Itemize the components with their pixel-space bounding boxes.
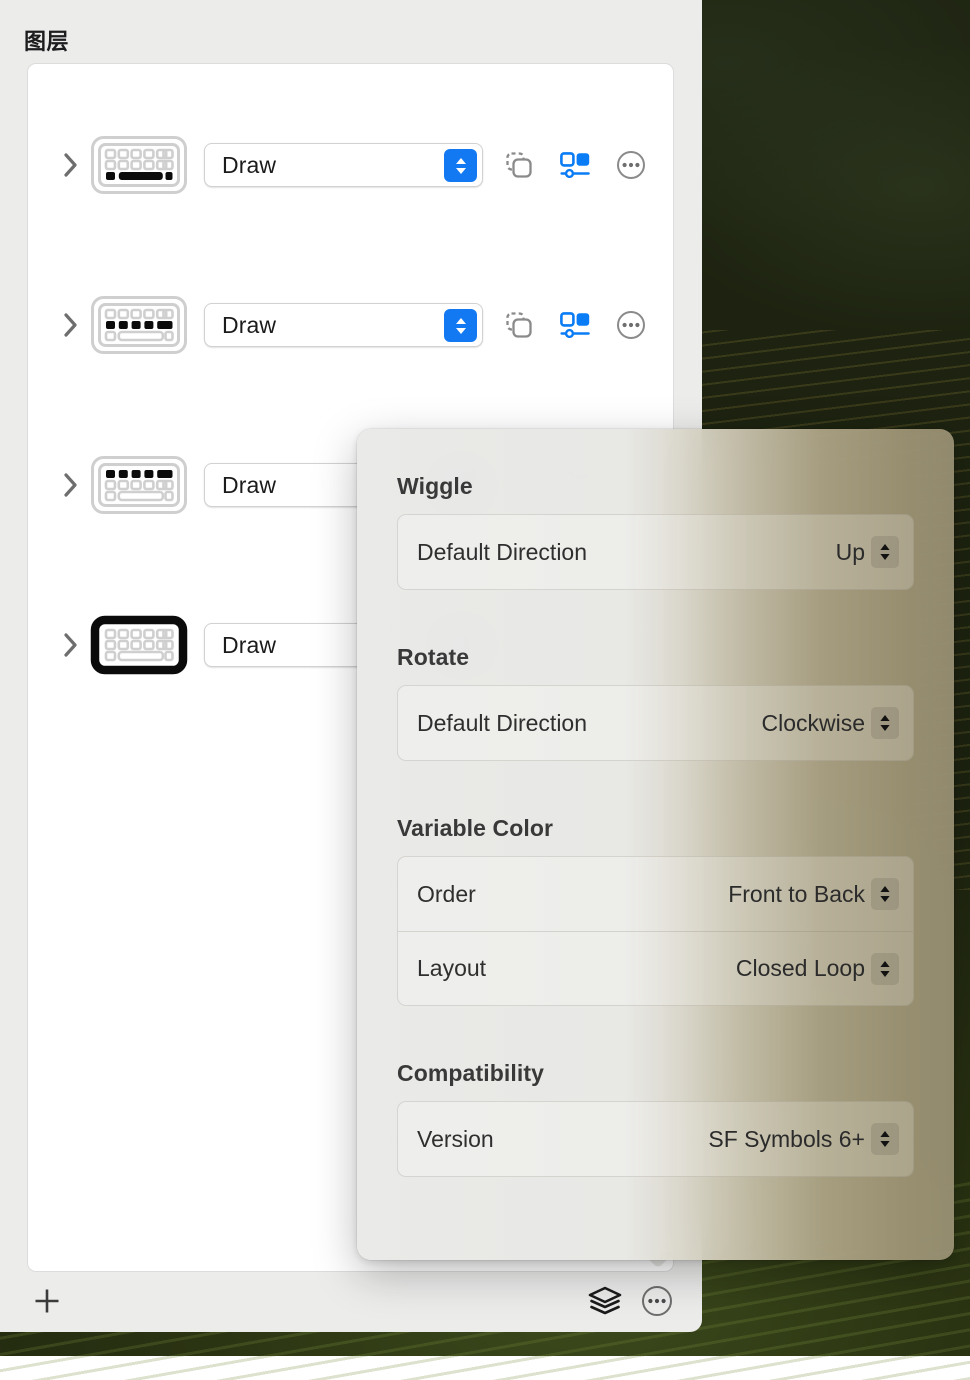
setting-row-rotate-default-direction[interactable]: Default Direction Clockwise bbox=[398, 686, 913, 760]
setting-control[interactable]: Closed Loop bbox=[736, 953, 899, 985]
settings-group-rotate: Default Direction Clockwise bbox=[397, 685, 914, 761]
setting-row-wiggle-default-direction[interactable]: Default Direction Up bbox=[398, 515, 913, 589]
section-title-variable-color: Variable Color bbox=[397, 815, 914, 842]
setting-label: Order bbox=[417, 881, 476, 908]
more-options-button[interactable] bbox=[639, 1283, 675, 1319]
variable-color-icon[interactable] bbox=[558, 308, 592, 342]
settings-group-variable-color: Order Front to Back Layout Closed Loop bbox=[397, 856, 914, 1006]
setting-value: Up bbox=[836, 539, 865, 566]
keyboard-middle-row-filled-icon[interactable] bbox=[88, 291, 190, 359]
setting-row-version[interactable]: Version SF Symbols 6+ bbox=[398, 1102, 913, 1176]
disclosure-chevron-icon[interactable] bbox=[56, 312, 86, 338]
chevron-up-down-icon[interactable] bbox=[871, 536, 899, 568]
chevron-up-down-icon[interactable] bbox=[871, 878, 899, 910]
setting-label: Default Direction bbox=[417, 539, 587, 566]
layer-action-label: Draw bbox=[222, 312, 276, 339]
row-actions bbox=[502, 148, 648, 182]
table-row[interactable]: Draw bbox=[28, 105, 674, 225]
layer-action-label: Draw bbox=[222, 152, 276, 179]
keyboard-spacebar-filled-icon[interactable] bbox=[88, 131, 190, 199]
duplicate-icon[interactable] bbox=[502, 148, 536, 182]
more-options-circle-icon bbox=[641, 1285, 673, 1317]
setting-value: Front to Back bbox=[728, 881, 865, 908]
section-title-rotate: Rotate bbox=[397, 644, 914, 671]
setting-control[interactable]: Up bbox=[836, 536, 899, 568]
setting-value: Clockwise bbox=[761, 710, 865, 737]
settings-group-wiggle: Default Direction Up bbox=[397, 514, 914, 590]
setting-row-layout[interactable]: Layout Closed Loop bbox=[398, 931, 913, 1005]
chevron-up-down-icon[interactable] bbox=[871, 1123, 899, 1155]
setting-label: Default Direction bbox=[417, 710, 587, 737]
more-options-circle-icon[interactable] bbox=[614, 148, 648, 182]
chevron-up-down-icon bbox=[444, 309, 477, 342]
chevron-up-down-icon[interactable] bbox=[871, 707, 899, 739]
setting-control[interactable]: Front to Back bbox=[728, 878, 899, 910]
setting-label: Layout bbox=[417, 955, 486, 982]
setting-label: Version bbox=[417, 1126, 494, 1153]
table-row[interactable]: Draw bbox=[28, 265, 674, 385]
section-title-compatibility: Compatibility bbox=[397, 1060, 914, 1087]
layer-action-label: Draw bbox=[222, 472, 276, 499]
symbol-settings-popover: Wiggle Default Direction Up Rotate Defau… bbox=[357, 429, 954, 1260]
disclosure-chevron-icon[interactable] bbox=[56, 472, 86, 498]
setting-value: Closed Loop bbox=[736, 955, 865, 982]
page-title: 图层 bbox=[24, 24, 69, 56]
section-title-wiggle: Wiggle bbox=[397, 473, 914, 500]
keyboard-outline-bold-icon[interactable] bbox=[88, 611, 190, 679]
variable-color-icon[interactable] bbox=[558, 148, 592, 182]
layer-action-label: Draw bbox=[222, 632, 276, 659]
layers-stack-icon bbox=[588, 1286, 622, 1316]
keyboard-top-row-filled-icon[interactable] bbox=[88, 451, 190, 519]
chevron-up-down-icon bbox=[444, 149, 477, 182]
layer-action-select[interactable]: Draw bbox=[204, 303, 483, 347]
row-actions bbox=[502, 308, 648, 342]
setting-value: SF Symbols 6+ bbox=[708, 1126, 865, 1153]
bottom-toolbar bbox=[0, 1272, 702, 1332]
disclosure-chevron-icon[interactable] bbox=[56, 152, 86, 178]
add-layer-button[interactable] bbox=[30, 1284, 64, 1318]
layer-action-select[interactable]: Draw bbox=[204, 143, 483, 187]
settings-group-compatibility: Version SF Symbols 6+ bbox=[397, 1101, 914, 1177]
chevron-up-down-icon[interactable] bbox=[871, 953, 899, 985]
layers-stack-button[interactable] bbox=[586, 1282, 624, 1320]
setting-row-order[interactable]: Order Front to Back bbox=[398, 857, 913, 931]
more-options-circle-icon[interactable] bbox=[614, 308, 648, 342]
setting-control[interactable]: SF Symbols 6+ bbox=[708, 1123, 899, 1155]
setting-control[interactable]: Clockwise bbox=[761, 707, 899, 739]
disclosure-chevron-icon[interactable] bbox=[56, 632, 86, 658]
duplicate-icon[interactable] bbox=[502, 308, 536, 342]
